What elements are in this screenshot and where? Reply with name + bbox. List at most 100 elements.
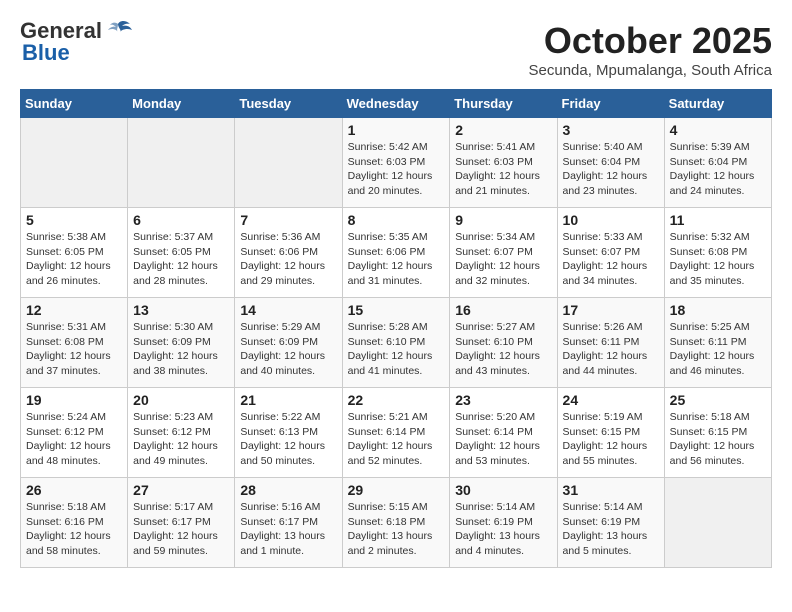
location-subtitle: Secunda, Mpumalanga, South Africa xyxy=(529,62,773,79)
day-number: 4 xyxy=(670,122,766,138)
calendar-cell: 26 Sunrise: 5:18 AM Sunset: 6:16 PM Dayli… xyxy=(21,478,128,568)
calendar-cell: 11Sunrise: 5:32 AM Sunset: 6:08 PM Dayli… xyxy=(664,208,771,298)
calendar-cell xyxy=(21,118,128,208)
logo: General Blue xyxy=(20,20,132,64)
calendar-cell xyxy=(664,478,771,568)
day-info: Sunrise: 5:31 AM Sunset: 6:08 PM Dayligh… xyxy=(26,320,122,379)
calendar-cell: 28 Sunrise: 5:16 AM Sunset: 6:17 PM Dayli… xyxy=(235,478,342,568)
calendar-cell: 23 Sunrise: 5:20 AM Sunset: 6:14 PM Dayli… xyxy=(450,388,557,478)
calendar-cell: 22 Sunrise: 5:21 AM Sunset: 6:14 PM Dayli… xyxy=(342,388,450,478)
day-number: 10 xyxy=(563,212,659,228)
day-info: Sunrise: 5:19 AM Sunset: 6:15 PM Dayligh… xyxy=(563,410,659,469)
day-number: 22 xyxy=(348,392,445,408)
day-number: 26 xyxy=(26,482,122,498)
day-info: Sunrise: 5:16 AM Sunset: 6:17 PM Dayligh… xyxy=(240,500,336,559)
calendar-cell: 16 Sunrise: 5:27 AM Sunset: 6:10 PM Dayli… xyxy=(450,298,557,388)
title-section: October 2025 Secunda, Mpumalanga, South … xyxy=(529,20,773,79)
calendar-cell: 9Sunrise: 5:34 AM Sunset: 6:07 PM Daylig… xyxy=(450,208,557,298)
day-info: Sunrise: 5:42 AM Sunset: 6:03 PM Dayligh… xyxy=(348,140,445,199)
day-info: Sunrise: 5:32 AM Sunset: 6:08 PM Dayligh… xyxy=(670,230,766,289)
calendar-cell: 13 Sunrise: 5:30 AM Sunset: 6:09 PM Dayli… xyxy=(128,298,235,388)
day-info: Sunrise: 5:14 AM Sunset: 6:19 PM Dayligh… xyxy=(455,500,551,559)
day-number: 18 xyxy=(670,302,766,318)
day-number: 17 xyxy=(563,302,659,318)
calendar-cell: 6 Sunrise: 5:37 AM Sunset: 6:05 PM Daylig… xyxy=(128,208,235,298)
day-number: 13 xyxy=(133,302,229,318)
day-info: Sunrise: 5:36 AM Sunset: 6:06 PM Dayligh… xyxy=(240,230,336,289)
day-info: Sunrise: 5:38 AM Sunset: 6:05 PM Dayligh… xyxy=(26,230,122,289)
day-info: Sunrise: 5:22 AM Sunset: 6:13 PM Dayligh… xyxy=(240,410,336,469)
day-number: 23 xyxy=(455,392,551,408)
day-info: Sunrise: 5:27 AM Sunset: 6:10 PM Dayligh… xyxy=(455,320,551,379)
calendar-cell: 31 Sunrise: 5:14 AM Sunset: 6:19 PM Dayli… xyxy=(557,478,664,568)
calendar-cell: 8 Sunrise: 5:35 AM Sunset: 6:06 PM Daylig… xyxy=(342,208,450,298)
calendar-body: 1Sunrise: 5:42 AM Sunset: 6:03 PM Daylig… xyxy=(21,118,772,568)
calendar-week-4: 19 Sunrise: 5:24 AM Sunset: 6:12 PM Dayli… xyxy=(21,388,772,478)
header: General Blue October 2025 Secunda, Mpuma… xyxy=(20,20,772,79)
calendar-week-3: 12 Sunrise: 5:31 AM Sunset: 6:08 PM Dayli… xyxy=(21,298,772,388)
calendar-cell: 27Sunrise: 5:17 AM Sunset: 6:17 PM Dayli… xyxy=(128,478,235,568)
calendar-cell: 17 Sunrise: 5:26 AM Sunset: 6:11 PM Dayli… xyxy=(557,298,664,388)
day-number: 28 xyxy=(240,482,336,498)
weekday-header-wednesday: Wednesday xyxy=(342,90,450,118)
day-info: Sunrise: 5:37 AM Sunset: 6:05 PM Dayligh… xyxy=(133,230,229,289)
day-info: Sunrise: 5:15 AM Sunset: 6:18 PM Dayligh… xyxy=(348,500,445,559)
calendar-cell: 12 Sunrise: 5:31 AM Sunset: 6:08 PM Dayli… xyxy=(21,298,128,388)
day-number: 19 xyxy=(26,392,122,408)
day-number: 8 xyxy=(348,212,445,228)
calendar-table: SundayMondayTuesdayWednesdayThursdayFrid… xyxy=(20,89,772,568)
weekday-header-thursday: Thursday xyxy=(450,90,557,118)
calendar-cell: 10Sunrise: 5:33 AM Sunset: 6:07 PM Dayli… xyxy=(557,208,664,298)
weekday-header-friday: Friday xyxy=(557,90,664,118)
calendar-cell: 21 Sunrise: 5:22 AM Sunset: 6:13 PM Dayli… xyxy=(235,388,342,478)
calendar-cell: 18Sunrise: 5:25 AM Sunset: 6:11 PM Dayli… xyxy=(664,298,771,388)
day-info: Sunrise: 5:40 AM Sunset: 6:04 PM Dayligh… xyxy=(563,140,659,199)
day-info: Sunrise: 5:17 AM Sunset: 6:17 PM Dayligh… xyxy=(133,500,229,559)
calendar-cell: 24 Sunrise: 5:19 AM Sunset: 6:15 PM Dayli… xyxy=(557,388,664,478)
day-info: Sunrise: 5:30 AM Sunset: 6:09 PM Dayligh… xyxy=(133,320,229,379)
day-number: 24 xyxy=(563,392,659,408)
day-info: Sunrise: 5:28 AM Sunset: 6:10 PM Dayligh… xyxy=(348,320,445,379)
day-number: 25 xyxy=(670,392,766,408)
day-number: 12 xyxy=(26,302,122,318)
calendar-cell: 25 Sunrise: 5:18 AM Sunset: 6:15 PM Dayli… xyxy=(664,388,771,478)
day-number: 30 xyxy=(455,482,551,498)
weekday-header-monday: Monday xyxy=(128,90,235,118)
day-info: Sunrise: 5:39 AM Sunset: 6:04 PM Dayligh… xyxy=(670,140,766,199)
calendar-cell: 2Sunrise: 5:41 AM Sunset: 6:03 PM Daylig… xyxy=(450,118,557,208)
day-number: 29 xyxy=(348,482,445,498)
day-number: 14 xyxy=(240,302,336,318)
day-info: Sunrise: 5:18 AM Sunset: 6:15 PM Dayligh… xyxy=(670,410,766,469)
day-number: 3 xyxy=(563,122,659,138)
day-info: Sunrise: 5:21 AM Sunset: 6:14 PM Dayligh… xyxy=(348,410,445,469)
day-number: 21 xyxy=(240,392,336,408)
day-info: Sunrise: 5:26 AM Sunset: 6:11 PM Dayligh… xyxy=(563,320,659,379)
day-info: Sunrise: 5:23 AM Sunset: 6:12 PM Dayligh… xyxy=(133,410,229,469)
calendar-cell: 1Sunrise: 5:42 AM Sunset: 6:03 PM Daylig… xyxy=(342,118,450,208)
calendar-cell: 30 Sunrise: 5:14 AM Sunset: 6:19 PM Dayli… xyxy=(450,478,557,568)
day-info: Sunrise: 5:24 AM Sunset: 6:12 PM Dayligh… xyxy=(26,410,122,469)
day-number: 15 xyxy=(348,302,445,318)
day-info: Sunrise: 5:29 AM Sunset: 6:09 PM Dayligh… xyxy=(240,320,336,379)
day-info: Sunrise: 5:20 AM Sunset: 6:14 PM Dayligh… xyxy=(455,410,551,469)
day-number: 16 xyxy=(455,302,551,318)
calendar-cell xyxy=(128,118,235,208)
calendar-cell: 20Sunrise: 5:23 AM Sunset: 6:12 PM Dayli… xyxy=(128,388,235,478)
calendar-week-1: 1Sunrise: 5:42 AM Sunset: 6:03 PM Daylig… xyxy=(21,118,772,208)
weekday-header-tuesday: Tuesday xyxy=(235,90,342,118)
calendar-cell: 15 Sunrise: 5:28 AM Sunset: 6:10 PM Dayli… xyxy=(342,298,450,388)
day-number: 6 xyxy=(133,212,229,228)
calendar-cell xyxy=(235,118,342,208)
weekday-header-row: SundayMondayTuesdayWednesdayThursdayFrid… xyxy=(21,90,772,118)
calendar-header: SundayMondayTuesdayWednesdayThursdayFrid… xyxy=(21,90,772,118)
calendar-cell: 4 Sunrise: 5:39 AM Sunset: 6:04 PM Daylig… xyxy=(664,118,771,208)
day-info: Sunrise: 5:34 AM Sunset: 6:07 PM Dayligh… xyxy=(455,230,551,289)
day-info: Sunrise: 5:35 AM Sunset: 6:06 PM Dayligh… xyxy=(348,230,445,289)
calendar-cell: 7Sunrise: 5:36 AM Sunset: 6:06 PM Daylig… xyxy=(235,208,342,298)
calendar-week-5: 26 Sunrise: 5:18 AM Sunset: 6:16 PM Dayli… xyxy=(21,478,772,568)
day-number: 31 xyxy=(563,482,659,498)
calendar-week-2: 5Sunrise: 5:38 AM Sunset: 6:05 PM Daylig… xyxy=(21,208,772,298)
day-info: Sunrise: 5:18 AM Sunset: 6:16 PM Dayligh… xyxy=(26,500,122,559)
calendar-cell: 19 Sunrise: 5:24 AM Sunset: 6:12 PM Dayli… xyxy=(21,388,128,478)
day-info: Sunrise: 5:14 AM Sunset: 6:19 PM Dayligh… xyxy=(563,500,659,559)
